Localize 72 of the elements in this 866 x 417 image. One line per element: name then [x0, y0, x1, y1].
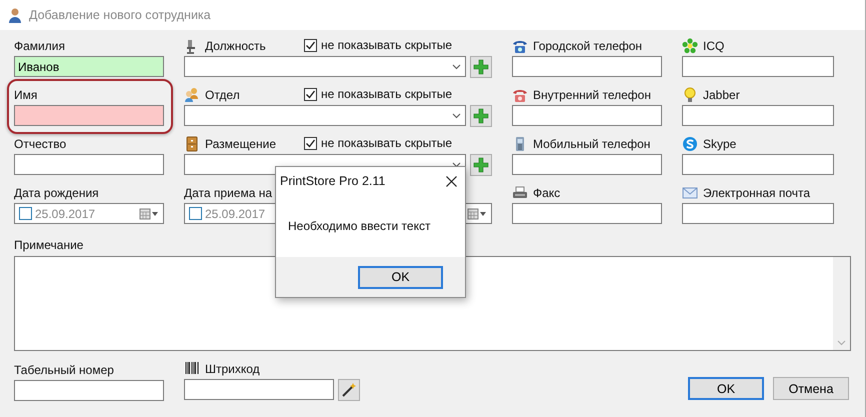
- phone-icon: [512, 38, 528, 54]
- barcode-icon: [184, 361, 200, 377]
- checkbox[interactable]: [189, 207, 202, 220]
- chat-bubble-icon: [682, 136, 698, 152]
- dropdown-field[interactable]: [184, 105, 466, 126]
- field-label: Примечание: [14, 238, 84, 253]
- dialog-message: Необходимо ввести текст: [288, 219, 430, 233]
- add-button[interactable]: [470, 105, 492, 127]
- checkbox[interactable]: [19, 207, 32, 220]
- text-field[interactable]: [682, 105, 834, 126]
- add-button[interactable]: [470, 154, 492, 176]
- text-field[interactable]: [512, 203, 662, 224]
- dialog-title: PrintStore Pro 2.11: [280, 174, 386, 188]
- field-label: ICQ: [703, 39, 724, 54]
- calendar-dropdown-icon[interactable]: [467, 208, 487, 220]
- text-field[interactable]: [512, 154, 662, 175]
- field-label: Мобильный телефон: [533, 137, 650, 152]
- text-field[interactable]: [682, 154, 834, 175]
- field-label: Skype: [703, 137, 736, 152]
- checkbox[interactable]: [304, 137, 317, 150]
- light-bulb-icon: [682, 87, 698, 103]
- chevron-icon: [452, 112, 461, 118]
- text-field[interactable]: [14, 380, 164, 401]
- chevron-icon: [452, 64, 461, 70]
- ok-button[interactable]: OK: [688, 377, 764, 400]
- text-field[interactable]: [14, 154, 164, 175]
- text-field[interactable]: [184, 379, 334, 400]
- dropdown-field[interactable]: [184, 56, 466, 77]
- text-field[interactable]: [682, 203, 834, 224]
- window-title: Добавление нового сотрудника: [29, 8, 211, 22]
- calendar-dropdown-icon[interactable]: [139, 208, 159, 220]
- field-label: Факс: [533, 186, 560, 201]
- field-label: Имя: [14, 88, 38, 103]
- checkbox[interactable]: [304, 88, 317, 101]
- field-label: Фамилия: [14, 39, 65, 54]
- chevron-icon: [452, 162, 461, 168]
- date-value: 25.09.2017: [205, 206, 266, 220]
- checkbox-label: не показывать скрытые: [321, 38, 452, 53]
- text-field[interactable]: Иванов: [14, 56, 164, 77]
- text-field[interactable]: [512, 56, 662, 77]
- text-field[interactable]: [14, 105, 164, 126]
- people-icon: [184, 87, 200, 103]
- field-label: Размещение: [205, 137, 276, 152]
- date-value: 25.09.2017: [35, 206, 96, 220]
- field-label: Электронная почта: [703, 186, 810, 201]
- ok-button[interactable]: OK: [358, 266, 443, 288]
- field-label: Городской телефон: [533, 39, 642, 54]
- wand-button[interactable]: [338, 379, 360, 401]
- field-label: Штрихкод: [205, 362, 260, 377]
- date-field[interactable]: 25.09.2017: [14, 203, 164, 224]
- phone-icon: [512, 87, 528, 103]
- field-label: Табельный номер: [14, 363, 114, 378]
- field-label: Дата рождения: [14, 186, 99, 201]
- flower-icon: [682, 38, 698, 54]
- close-icon[interactable]: [446, 176, 457, 186]
- text-field[interactable]: [682, 56, 834, 77]
- text-field[interactable]: [512, 105, 662, 126]
- field-label: Отдел: [205, 88, 240, 103]
- envelope-icon: [682, 185, 698, 201]
- add-button[interactable]: [470, 56, 492, 78]
- cabinet-icon: [184, 136, 200, 152]
- field-label: Должность: [205, 39, 266, 54]
- field-label: Jabber: [703, 88, 740, 103]
- field-label: Дата приема на: [184, 186, 272, 201]
- checkbox[interactable]: [304, 39, 317, 52]
- field-label: Внутренний телефон: [533, 88, 651, 103]
- field-label: Отчество: [14, 137, 66, 152]
- checkbox-label: не показывать скрытые: [321, 87, 452, 102]
- checkbox-label: не показывать скрытые: [321, 136, 452, 151]
- user-icon: [7, 7, 23, 23]
- fax-icon: [512, 185, 528, 201]
- cancel-button[interactable]: Отмена: [773, 377, 849, 400]
